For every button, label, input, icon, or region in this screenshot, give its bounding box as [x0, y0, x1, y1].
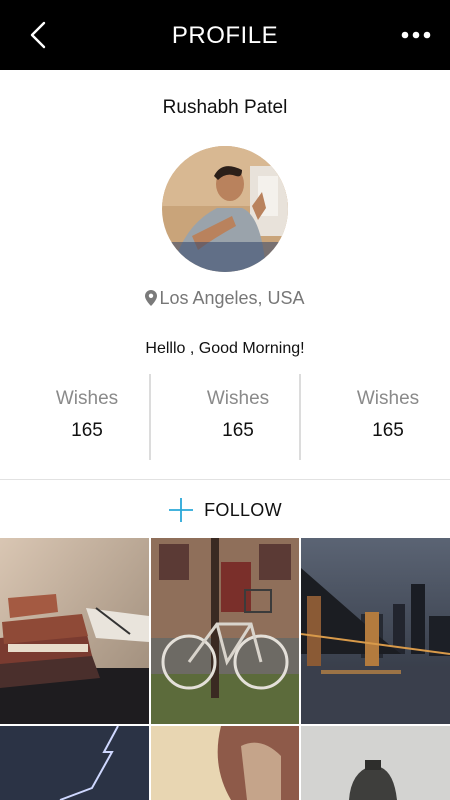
- follow-button[interactable]: FOLLOW: [0, 492, 450, 528]
- location-pin-icon: [145, 290, 158, 311]
- plus-icon: [169, 498, 194, 522]
- avatar-photo: [162, 146, 288, 272]
- avatar[interactable]: [162, 146, 288, 272]
- stats-row: Wishes 165 Wishes 165 Wishes 165: [0, 372, 450, 462]
- gallery-photo-books[interactable]: [0, 538, 149, 724]
- profile-name: Rushabh Patel: [162, 97, 288, 118]
- gallery-photo-statue[interactable]: [301, 726, 450, 800]
- stat-wishes-1[interactable]: Wishes 165: [12, 372, 162, 462]
- stat-value: 165: [372, 420, 404, 441]
- stat-label: Wishes: [206, 388, 270, 409]
- stat-label: Wishes: [55, 388, 119, 409]
- stat-value: 165: [71, 420, 103, 441]
- more-horizontal-icon: [401, 31, 431, 39]
- more-options-button[interactable]: [400, 22, 432, 48]
- page-title: PROFILE: [171, 22, 279, 49]
- gallery-photo-city-bridge[interactable]: [301, 538, 450, 724]
- location-text: Los Angeles, USA: [159, 288, 305, 308]
- location: Los Angeles, USA: [0, 288, 450, 311]
- stat-wishes-3[interactable]: Wishes 165: [313, 372, 450, 462]
- stat-label: Wishes: [356, 388, 420, 409]
- follow-label: FOLLOW: [204, 499, 282, 520]
- status-message: Helllo , Good Morning!: [145, 340, 305, 357]
- stat-value: 165: [222, 420, 254, 441]
- stat-divider: [299, 374, 301, 460]
- photo-gallery: [0, 538, 450, 800]
- gallery-photo-lightning[interactable]: [0, 726, 149, 800]
- gallery-photo-person[interactable]: [151, 726, 299, 800]
- gallery-photo-bicycle[interactable]: [151, 538, 299, 724]
- stat-divider: [149, 374, 151, 460]
- top-app-bar: PROFILE: [0, 0, 450, 70]
- section-divider: [0, 479, 450, 480]
- stat-wishes-2[interactable]: Wishes 165: [163, 372, 313, 462]
